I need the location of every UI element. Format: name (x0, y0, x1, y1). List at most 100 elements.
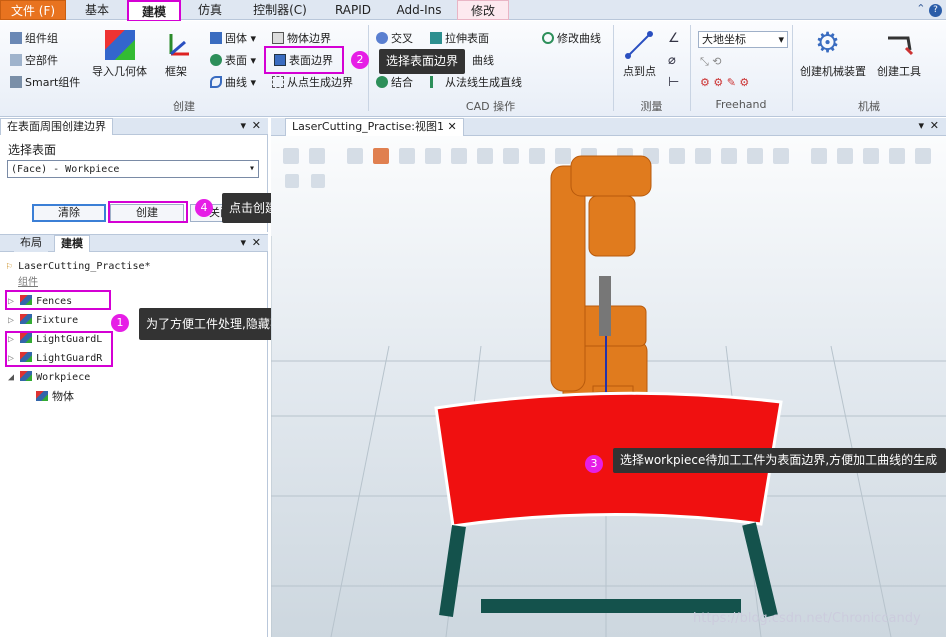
create-mechanism-icon[interactable]: ⚙ (815, 28, 845, 58)
reference-frame-select[interactable]: 大地坐标 ▾ (698, 31, 788, 48)
clear-button[interactable]: 清除 (32, 204, 106, 222)
help-icon[interactable]: ? (929, 4, 942, 17)
tab-controller[interactable]: 控制器(C) (243, 0, 317, 20)
group-label-mechanism: 机械 (858, 100, 880, 113)
smart-component-button[interactable]: Smart组件 (10, 76, 80, 89)
close-icon[interactable]: ✕ (930, 119, 939, 132)
step-badge-1: 1 (111, 314, 129, 332)
tab-modeling[interactable]: 建模 (127, 0, 181, 22)
close-icon[interactable]: ✕ (252, 235, 261, 251)
angle-icon[interactable]: ∠ (668, 32, 680, 45)
collapse-icon: ◢ (8, 372, 15, 383)
group-label-create: 创建 (173, 100, 195, 113)
curve-op-button[interactable]: 曲线 (472, 54, 494, 67)
point-to-point-icon[interactable] (624, 30, 654, 60)
laser-tool (599, 276, 611, 336)
surface-icon (210, 54, 222, 66)
freehand-tools-icons[interactable]: ⚙ ⚙ ✎ ⚙ (700, 76, 749, 89)
scene (270, 148, 946, 638)
window-controls[interactable]: ⌃ ? (916, 2, 942, 17)
frame-icon[interactable] (163, 30, 193, 60)
solid-button[interactable]: 固体 ▾ (210, 32, 256, 45)
group-label-freehand: Freehand (715, 98, 767, 111)
step-badge-3: 3 (585, 455, 603, 473)
body-border-icon (272, 32, 284, 44)
tab-layout[interactable]: 布局 (14, 235, 48, 252)
pin-icon[interactable]: ▾ (240, 118, 246, 134)
surface-button[interactable]: 表面 ▾ (210, 54, 256, 67)
component-group-icon (10, 32, 22, 44)
empty-part-button[interactable]: 空部件 (10, 54, 58, 67)
tree-item-body[interactable]: 物体 (36, 390, 74, 404)
smart-component-icon (10, 76, 22, 88)
tab-addins[interactable]: Add-Ins (388, 0, 450, 20)
create-tool-icon[interactable] (884, 30, 914, 60)
solid-icon (210, 32, 222, 44)
3d-viewport[interactable] (270, 136, 946, 638)
group-label-measure: 测量 (640, 100, 663, 113)
point-to-point-button[interactable]: 点到点 (623, 65, 656, 78)
selected-surface-field[interactable]: (Face) - Workpiece ▾ (7, 160, 259, 178)
union-button[interactable]: 结合 (376, 76, 413, 89)
step-badge-2: 2 (351, 51, 369, 69)
import-geometry-button[interactable]: 导入几何体 (92, 65, 147, 78)
frame-button[interactable]: 框架 (165, 65, 187, 78)
step-badge-4: 4 (195, 199, 213, 217)
viewport-tab[interactable]: LaserCutting_Practise:视图1 ✕ (285, 118, 464, 136)
highlight-surface-border (264, 46, 344, 74)
freehand-move-icons[interactable]: ⤡ ⟲ (700, 55, 722, 68)
intersect-icon (376, 32, 388, 44)
tree-group-label: 组件 (18, 277, 38, 288)
border-from-points-button[interactable]: 从点生成边界 (272, 76, 353, 89)
intersect-button[interactable]: 交叉 (376, 32, 413, 45)
create-mechanism-button[interactable]: 创建机械装置 (800, 65, 866, 78)
tab-modify[interactable]: 修改 (457, 0, 509, 20)
tab-basic[interactable]: 基本 (74, 0, 120, 20)
tab-modeling-browser[interactable]: 建模 (54, 235, 90, 252)
tree-root[interactable]: ⚐ LaserCutting_Practise* (6, 260, 151, 274)
viewport-tabbar: LaserCutting_Practise:视图1 ✕ ▾ ✕ (271, 118, 946, 136)
tab-simulation[interactable]: 仿真 (187, 0, 233, 20)
station-icon: ⚐ (6, 261, 13, 272)
highlight-fences (5, 290, 111, 310)
close-icon[interactable]: ✕ (448, 120, 457, 133)
chevron-down-icon: ▾ (778, 33, 784, 46)
border-from-points-icon (272, 76, 284, 88)
group-label-cad: CAD 操作 (465, 100, 516, 113)
watermark: https://blog.csdn.net/Chroniccandy (693, 611, 921, 626)
pin-icon[interactable]: ▾ (240, 235, 246, 251)
select-surface-label: 选择表面 (8, 143, 57, 157)
import-geometry-icon[interactable] (105, 30, 135, 60)
panel-title: 在表面周围创建边界 (0, 118, 113, 135)
tooltip-step-3: 选择workpiece待加工工件为表面边界,方便加工曲线的生成 (613, 448, 946, 473)
ribbon: 组件组 空部件 Smart组件 导入几何体 框架 固体 ▾ 表面 ▾ 曲线 ▾ … (0, 21, 946, 117)
create-tool-button[interactable]: 创建工具 (877, 65, 921, 78)
diameter-icon[interactable]: ⌀ (668, 54, 676, 67)
union-icon (376, 76, 388, 88)
browser-tabs: 布局 建模 ▾ ✕ (0, 235, 268, 252)
extrude-surface-button[interactable]: 拉伸表面 (430, 32, 489, 45)
tab-rapid[interactable]: RAPID (325, 0, 381, 20)
pin-icon[interactable]: ▾ (918, 119, 924, 132)
body-border-button[interactable]: 物体边界 (272, 32, 331, 45)
ribbon-tab-bar: 文件 (F) 基本 建模 仿真 控制器(C) RAPID Add-Ins 修改 … (0, 0, 946, 22)
close-icon[interactable]: ✕ (252, 118, 261, 134)
tree-item-fixture[interactable]: ▷ Fixture (8, 314, 78, 328)
fixture-frame[interactable] (439, 522, 778, 618)
distance-icon[interactable]: ⊢ (668, 76, 679, 89)
tree-item-workpiece[interactable]: ◢ Workpiece (8, 371, 90, 385)
part-icon (20, 314, 33, 324)
line-from-normal-icon (430, 76, 442, 88)
curve-button[interactable]: 曲线 ▾ (210, 76, 256, 89)
curve-icon (210, 76, 222, 88)
chevron-down-icon: ▾ (248, 163, 255, 174)
highlight-lightguards (5, 331, 113, 367)
panel-titlebar: 在表面周围创建边界 ▾ ✕ (0, 118, 268, 135)
body-icon (36, 391, 48, 401)
expand-icon: ▷ (8, 315, 15, 326)
modify-curve-button[interactable]: 修改曲线 (542, 32, 601, 45)
tab-file[interactable]: 文件 (F) (0, 0, 66, 20)
line-from-normal-button[interactable]: 从法线生成直线 (430, 76, 522, 89)
empty-part-icon (10, 54, 22, 66)
component-group-button[interactable]: 组件组 (10, 32, 58, 45)
